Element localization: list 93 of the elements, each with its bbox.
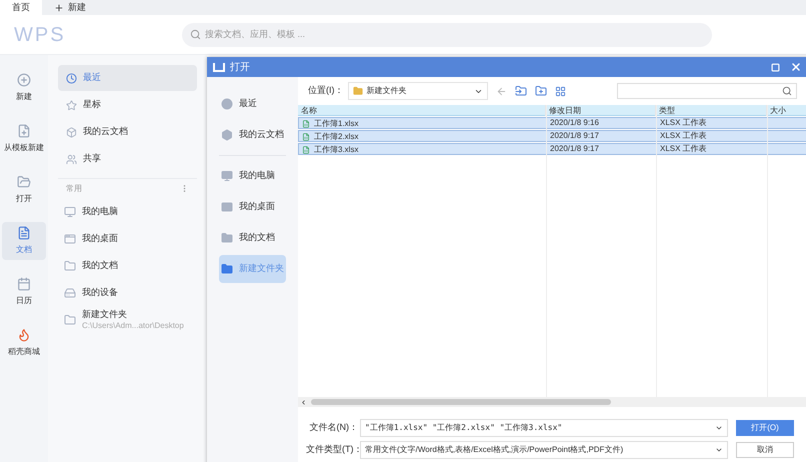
chevron-down-icon [715,424,723,432]
dialog-nav-icon [221,263,233,275]
file-name: 工作簿2.xlsx [314,131,358,143]
column-header[interactable]: 类型 [656,105,767,116]
file-name: 工作簿1.xlsx [314,118,358,130]
rail-icon [17,175,31,189]
location-dropdown[interactable]: 新建文件夹 [348,82,488,100]
folder-icon [352,86,362,96]
dialog-nav-icon [221,98,233,110]
plus-icon [54,2,64,12]
rail-item[interactable]: 日历 [2,273,46,311]
file-row[interactable]: 工作簿1.xlsx 2020/1/8 9:16 XLSX 工作表 [298,117,806,129]
section-title: 常用 [66,182,82,194]
rail-item[interactable]: 新建 [2,69,46,107]
nav-icon [66,126,77,138]
file-type: XLSX 工作表 [659,131,708,142]
nav-item[interactable]: 星标 [58,92,197,118]
filename-field[interactable]: "工作簿1.xlsx" "工作簿2.xlsx" "工作簿3.xlsx" [360,419,728,437]
place-path: C:\Users\Adm...ator\Desktop [82,320,184,330]
dialog-title: 打开 [230,60,250,74]
place-icon [64,206,76,218]
new-folder-icon[interactable] [534,85,546,97]
file-search-field[interactable] [617,83,797,99]
rail-icon [17,73,31,87]
close-icon[interactable] [790,61,802,73]
column-header[interactable]: 大小 [767,105,806,116]
place-label: 我的文档 [82,260,118,271]
place-label: 我的桌面 [82,233,118,244]
back-icon[interactable] [496,86,506,96]
nav-icon [66,72,77,84]
place-item[interactable]: 我的文档 [58,252,197,279]
rail-icon [17,277,31,291]
filename-label: 文件名(N)： [308,421,358,434]
spreadsheet-icon [302,133,310,141]
dialog-nav-item[interactable]: 最近 [219,90,286,118]
file-row[interactable]: 工作簿2.xlsx 2020/1/8 9:17 XLSX 工作表 [298,130,806,142]
dialog-nav-item[interactable]: 我的文档 [219,224,286,252]
filetype-dropdown[interactable]: 常用文件(文字/Word格式,表格/Excel格式,演示/PowerPoint格式,PDF文件) [360,441,728,459]
tab[interactable]: 首页 [0,0,42,15]
file-type: XLSX 工作表 [659,144,708,155]
dialog-nav-icon [221,232,233,244]
file-date: 2020/1/8 9:17 [549,131,600,142]
place-icon [64,260,76,272]
dialog-nav-icon [221,170,233,182]
place-label: 我的电脑 [82,206,118,217]
place-icon [64,314,76,326]
place-label: 我的设备 [82,287,118,298]
dialog-nav-item[interactable]: 我的电脑 [219,162,286,190]
rail-item[interactable]: 从模板新建 [2,120,46,158]
place-item[interactable]: 我的桌面 [58,225,197,252]
place-label: 新建文件夹 [82,308,128,320]
search-icon [782,86,792,96]
dialog-nav-icon [221,201,233,213]
rail-icon [17,328,31,342]
nav-icon [66,100,77,110]
place-item[interactable]: 我的设备 [58,279,197,306]
file-type: XLSX 工作表 [659,118,708,129]
rail-icon [17,226,31,240]
place-item[interactable]: 我的电脑 [58,198,197,225]
dialog-nav-item[interactable]: 我的桌面 [219,193,286,221]
location-label: 位置(I)： [308,84,344,98]
view-icon[interactable] [554,86,566,96]
search-icon [190,29,201,40]
scroll-left-icon[interactable] [300,398,307,406]
maximize-icon[interactable] [771,62,780,72]
file-name: 工作簿3.xlsx [314,144,358,156]
file-row[interactable]: 工作簿3.xlsx 2020/1/8 9:17 XLSX 工作表 [298,143,806,155]
place-item[interactable]: 新建文件夹 C:\Users\Adm...ator\Desktop [58,306,197,333]
nav-icon [66,154,77,164]
file-date: 2020/1/8 9:17 [549,144,600,155]
horizontal-scrollbar[interactable] [298,397,806,407]
tab[interactable]: 新建 [42,0,98,15]
folder-up-icon[interactable] [514,85,526,97]
nav-item[interactable]: 共享 [58,146,197,172]
rail-item[interactable]: 稻壳商城 [2,324,46,362]
cancel-button[interactable]: 取消 [736,442,794,458]
chevron-down-icon [715,446,723,454]
spreadsheet-icon [302,146,310,154]
column-header[interactable]: 修改日期 [546,105,656,116]
rail-icon [17,124,31,138]
rail-item[interactable]: 打开 [2,171,46,209]
open-button[interactable]: 打开(O) [736,420,794,436]
filetype-label: 文件类型(T)： [306,443,358,456]
place-icon [64,232,76,244]
dialog-nav-item[interactable]: 我的云文档 [219,121,286,149]
nav-item[interactable]: 我的云文档 [58,119,197,145]
logo: WPS [14,22,67,48]
spreadsheet-icon [302,120,310,128]
column-header[interactable]: 名称 [298,105,546,116]
app-logo-icon [213,62,225,72]
file-date: 2020/1/8 9:16 [549,118,600,129]
dialog-nav-icon [221,129,233,141]
place-icon [64,286,76,298]
